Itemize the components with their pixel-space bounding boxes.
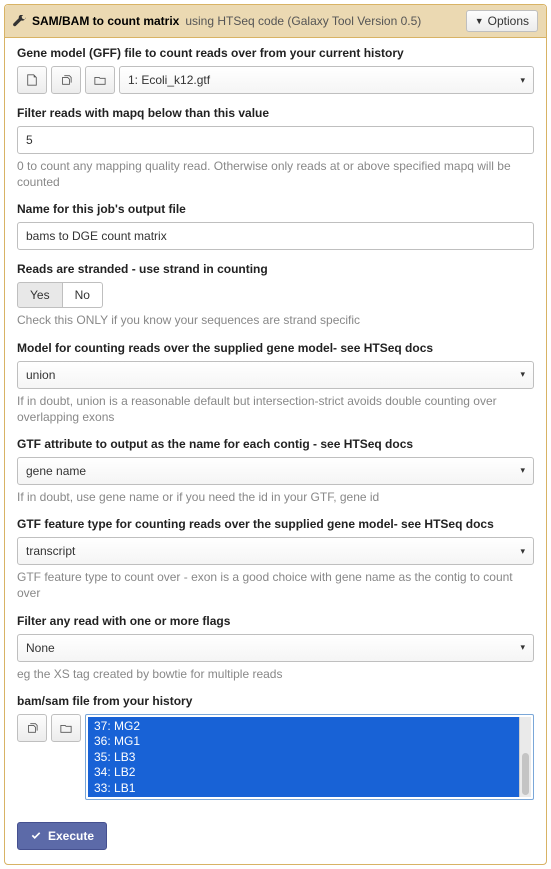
options-label: Options [488, 14, 529, 28]
stranded-label: Reads are stranded - use strand in count… [17, 262, 534, 276]
mapq-input[interactable] [17, 126, 534, 154]
gtf-feat-select[interactable]: transcript ▾ [17, 537, 534, 565]
bam-option[interactable]: 34: LB2 [94, 765, 513, 781]
caret-down-icon: ▾ [520, 546, 525, 557]
bam-option[interactable]: 36: MG1 [94, 734, 513, 750]
bam-option[interactable]: 35: LB3 [94, 750, 513, 766]
gff-select[interactable]: 1: Ecoli_k12.gtf ▾ [119, 66, 534, 94]
mapq-help: 0 to count any mapping quality read. Oth… [17, 158, 534, 190]
bam-scrollbar[interactable] [519, 717, 531, 797]
gtf-feat-label: GTF feature type for counting reads over… [17, 517, 534, 531]
caret-down-icon: ▾ [520, 75, 525, 86]
gtf-attr-select[interactable]: gene name ▾ [17, 457, 534, 485]
collection-button[interactable] [85, 66, 115, 94]
bam-label: bam/sam file from your history [17, 694, 534, 708]
gff-label: Gene model (GFF) file to count reads ove… [17, 46, 534, 60]
gtf-attr-label: GTF attribute to output as the name for … [17, 437, 534, 451]
gtf-feat-select-value: transcript [26, 544, 75, 558]
tool-subtitle: using HTSeq code (Galaxy Tool Version 0.… [185, 14, 421, 28]
bam-multi-select[interactable]: 37: MG236: MG135: LB334: LB233: LB1 [85, 714, 534, 800]
bam-scroll-thumb[interactable] [522, 753, 529, 795]
model-help: If in doubt, union is a reasonable defau… [17, 393, 534, 425]
model-label: Model for counting reads over the suppli… [17, 341, 534, 355]
tool-title: SAM/BAM to count matrix [32, 14, 179, 28]
gtf-attr-help: If in doubt, use gene name or if you nee… [17, 489, 534, 505]
check-icon [30, 830, 42, 842]
collection-button[interactable] [51, 714, 81, 742]
bam-option[interactable]: 33: LB1 [94, 781, 513, 797]
bam-option[interactable]: 37: MG2 [94, 719, 513, 735]
flags-select[interactable]: None ▾ [17, 634, 534, 662]
caret-down-icon: ▾ [520, 465, 525, 476]
model-select-value: union [26, 368, 55, 382]
stranded-help: Check this ONLY if you know your sequenc… [17, 312, 534, 328]
tool-header: SAM/BAM to count matrix using HTSeq code… [5, 5, 546, 38]
flags-help: eg the XS tag created by bowtie for mult… [17, 666, 534, 682]
jobname-input[interactable] [17, 222, 534, 250]
flags-label: Filter any read with one or more flags [17, 614, 534, 628]
single-dataset-button[interactable] [17, 66, 47, 94]
stranded-no-button[interactable]: No [63, 282, 103, 308]
execute-button[interactable]: Execute [17, 822, 107, 850]
execute-label: Execute [48, 829, 94, 843]
options-button[interactable]: ▼ Options [466, 10, 538, 32]
wrench-icon [13, 15, 26, 28]
multi-dataset-button[interactable] [51, 66, 81, 94]
jobname-label: Name for this job's output file [17, 202, 534, 216]
gff-select-value: 1: Ecoli_k12.gtf [128, 73, 210, 87]
caret-down-icon: ▾ [520, 369, 525, 380]
gtf-attr-select-value: gene name [26, 464, 86, 478]
gtf-feat-help: GTF feature type to count over - exon is… [17, 569, 534, 601]
caret-down-icon: ▾ [520, 642, 525, 653]
model-select[interactable]: union ▾ [17, 361, 534, 389]
caret-down-icon: ▼ [475, 16, 484, 26]
stranded-yes-button[interactable]: Yes [17, 282, 63, 308]
flags-select-value: None [26, 641, 55, 655]
mapq-label: Filter reads with mapq below than this v… [17, 106, 534, 120]
multi-dataset-button[interactable] [17, 714, 47, 742]
